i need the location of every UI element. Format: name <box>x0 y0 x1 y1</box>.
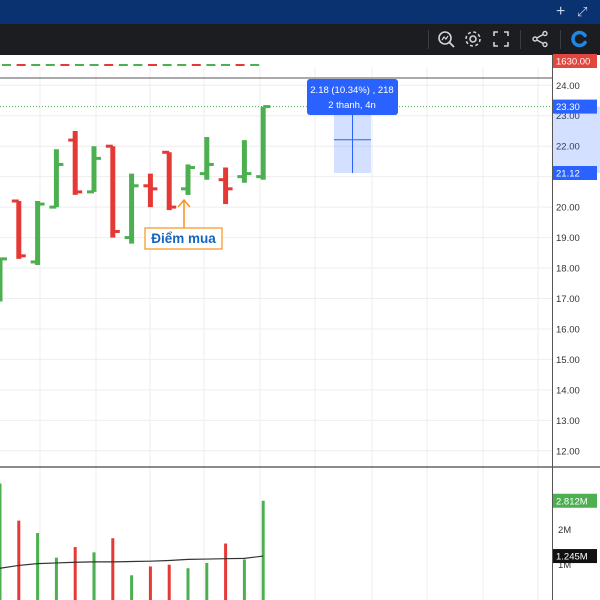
price-tick-label: 19.00 <box>556 233 580 244</box>
volume-tick-label: 2M <box>558 525 571 536</box>
measure-label-line2: 2 thanh, 4n <box>328 100 376 111</box>
strip-price-label: 1630.00 <box>556 57 590 68</box>
measure-label-line1: 2.18 (10.34%) , 218 <box>310 85 393 96</box>
current-price-label: 23.30 <box>556 102 580 113</box>
volume-ma-label: 1.245M <box>556 552 588 563</box>
plot-background <box>0 55 552 600</box>
price-tick-label: 17.00 <box>556 294 580 305</box>
price-chart[interactable]: 2.18 (10.34%) , 2182 thanh, 4n Điểm mua … <box>0 0 600 600</box>
annotation-label: Điểm mua <box>151 231 216 246</box>
measure-low-label: 21.12 <box>556 168 580 179</box>
price-tick-label: 15.00 <box>556 355 580 366</box>
current-volume-label: 2.812M <box>556 496 588 507</box>
measure-axis-shade <box>553 106 600 173</box>
price-tick-label: 18.00 <box>556 264 580 275</box>
price-tick-label: 24.00 <box>556 81 580 92</box>
price-tick-label: 20.00 <box>556 203 580 214</box>
price-tick-label: 12.00 <box>556 446 580 457</box>
price-tick-label: 13.00 <box>556 416 580 427</box>
price-tick-label: 16.00 <box>556 324 580 335</box>
price-tick-label: 14.00 <box>556 385 580 396</box>
